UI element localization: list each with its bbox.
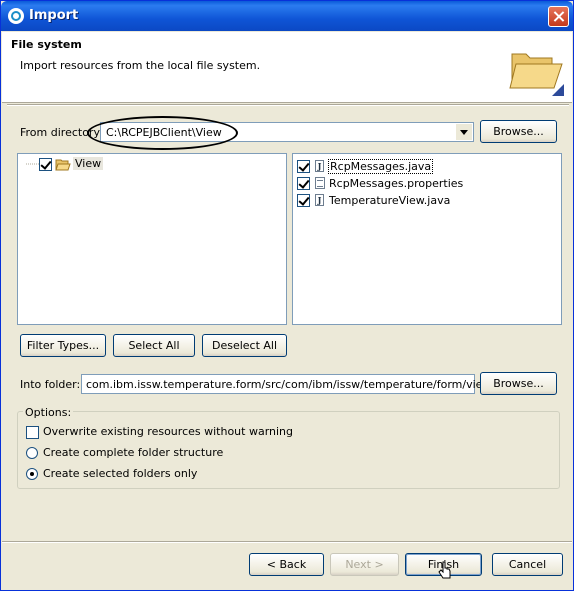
next-button[interactable]: Next > (330, 553, 399, 576)
file-item-label[interactable]: TemperatureView.java (329, 194, 450, 207)
tree-item-checkbox[interactable] (39, 158, 52, 171)
file-item-label[interactable]: RcpMessages.properties (329, 177, 463, 190)
into-folder-value: com.ibm.issw.temperature.form/src/com/ib… (86, 378, 498, 391)
select-all-button[interactable]: Select All (113, 334, 195, 357)
from-directory-combo[interactable]: C:\RCPEJBClient\View (100, 122, 474, 142)
java-file-icon: J (315, 194, 324, 206)
header-separator (7, 104, 569, 106)
complete-structure-label[interactable]: Create complete folder structure (43, 446, 223, 459)
wizard-header: File system Import resources from the lo… (2, 32, 572, 103)
file-checkbox[interactable] (297, 160, 310, 173)
page-description: Import resources from the local file sys… (20, 59, 261, 72)
into-folder-field[interactable]: com.ibm.issw.temperature.form/src/com/ib… (81, 374, 497, 394)
overwrite-checkbox[interactable] (26, 426, 39, 439)
mouse-cursor-icon (438, 561, 451, 579)
file-list[interactable]: J RcpMessages.java RcpMessages.propertie… (292, 153, 562, 325)
back-button[interactable]: < Back (249, 553, 324, 576)
deselect-all-button[interactable]: Deselect All (202, 334, 287, 357)
properties-file-icon (315, 177, 325, 189)
file-item-label[interactable]: RcpMessages.java (328, 159, 434, 174)
footer-separator (2, 541, 572, 543)
selected-folders-radio[interactable] (26, 468, 38, 480)
folder-tree[interactable]: View (17, 153, 287, 325)
complete-structure-radio[interactable] (26, 447, 38, 459)
open-folder-icon (55, 159, 71, 171)
title-bar[interactable]: Import (1, 1, 573, 31)
window-title: Import (29, 8, 79, 23)
eclipse-icon (8, 8, 24, 24)
overwrite-label[interactable]: Overwrite existing resources without war… (43, 425, 293, 438)
close-button[interactable] (548, 6, 569, 27)
options-label: Options: (23, 406, 74, 419)
file-checkbox[interactable] (297, 194, 310, 207)
into-folder-browse-button[interactable]: Browse... (480, 372, 557, 395)
tree-item-label[interactable]: View (73, 157, 104, 170)
from-directory-value: C:\RCPEJBClient\View (106, 126, 222, 139)
filter-types-button[interactable]: Filter Types... (20, 334, 106, 357)
open-folder-icon (509, 53, 564, 96)
from-directory-label: From directory: (20, 126, 103, 139)
import-dialog: Import File system Import resources from… (0, 0, 574, 591)
file-checkbox[interactable] (297, 177, 310, 190)
into-folder-label: Into folder: (20, 378, 81, 391)
cancel-button[interactable]: Cancel (492, 553, 563, 576)
from-directory-browse-button[interactable]: Browse... (480, 120, 557, 143)
page-title: File system (11, 38, 82, 51)
selected-folders-label[interactable]: Create selected folders only (43, 467, 197, 480)
java-file-icon: J (315, 160, 324, 172)
chevron-down-icon[interactable] (456, 124, 472, 140)
